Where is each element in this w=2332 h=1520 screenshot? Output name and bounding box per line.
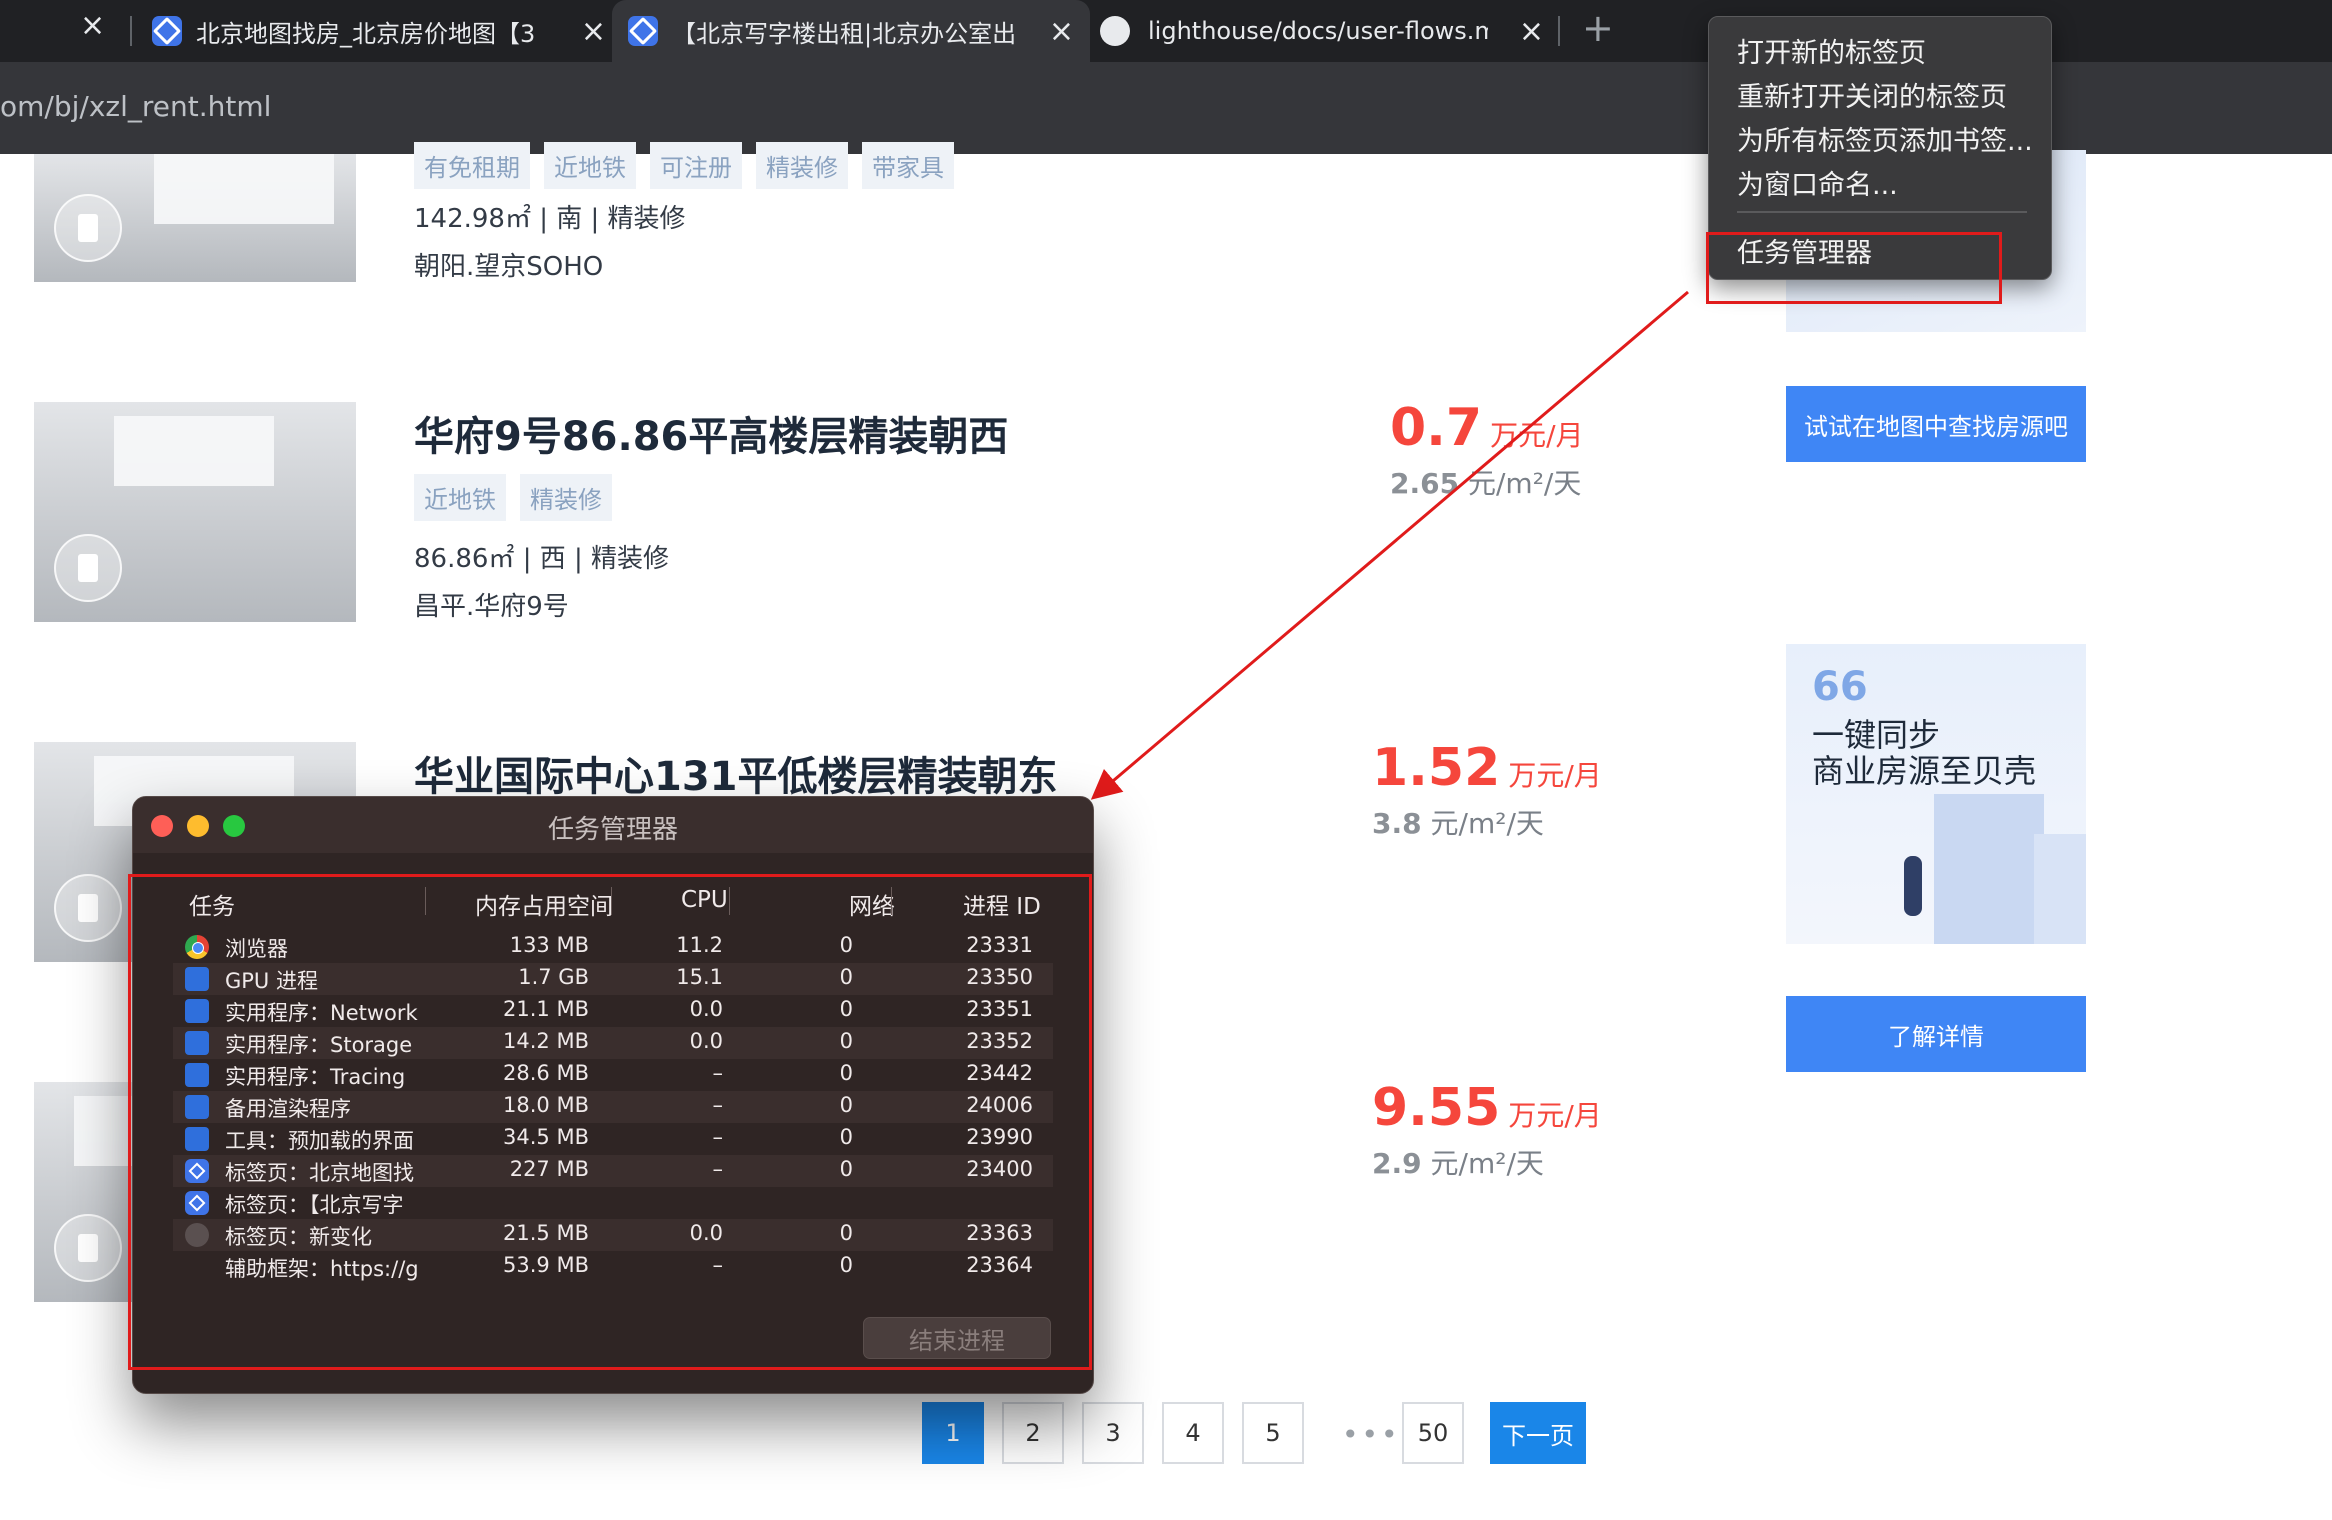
highlight-box bbox=[128, 874, 1092, 1370]
window-title: 任务管理器 bbox=[547, 815, 678, 845]
window-titlebar[interactable]: 任务管理器 bbox=[133, 797, 1093, 853]
